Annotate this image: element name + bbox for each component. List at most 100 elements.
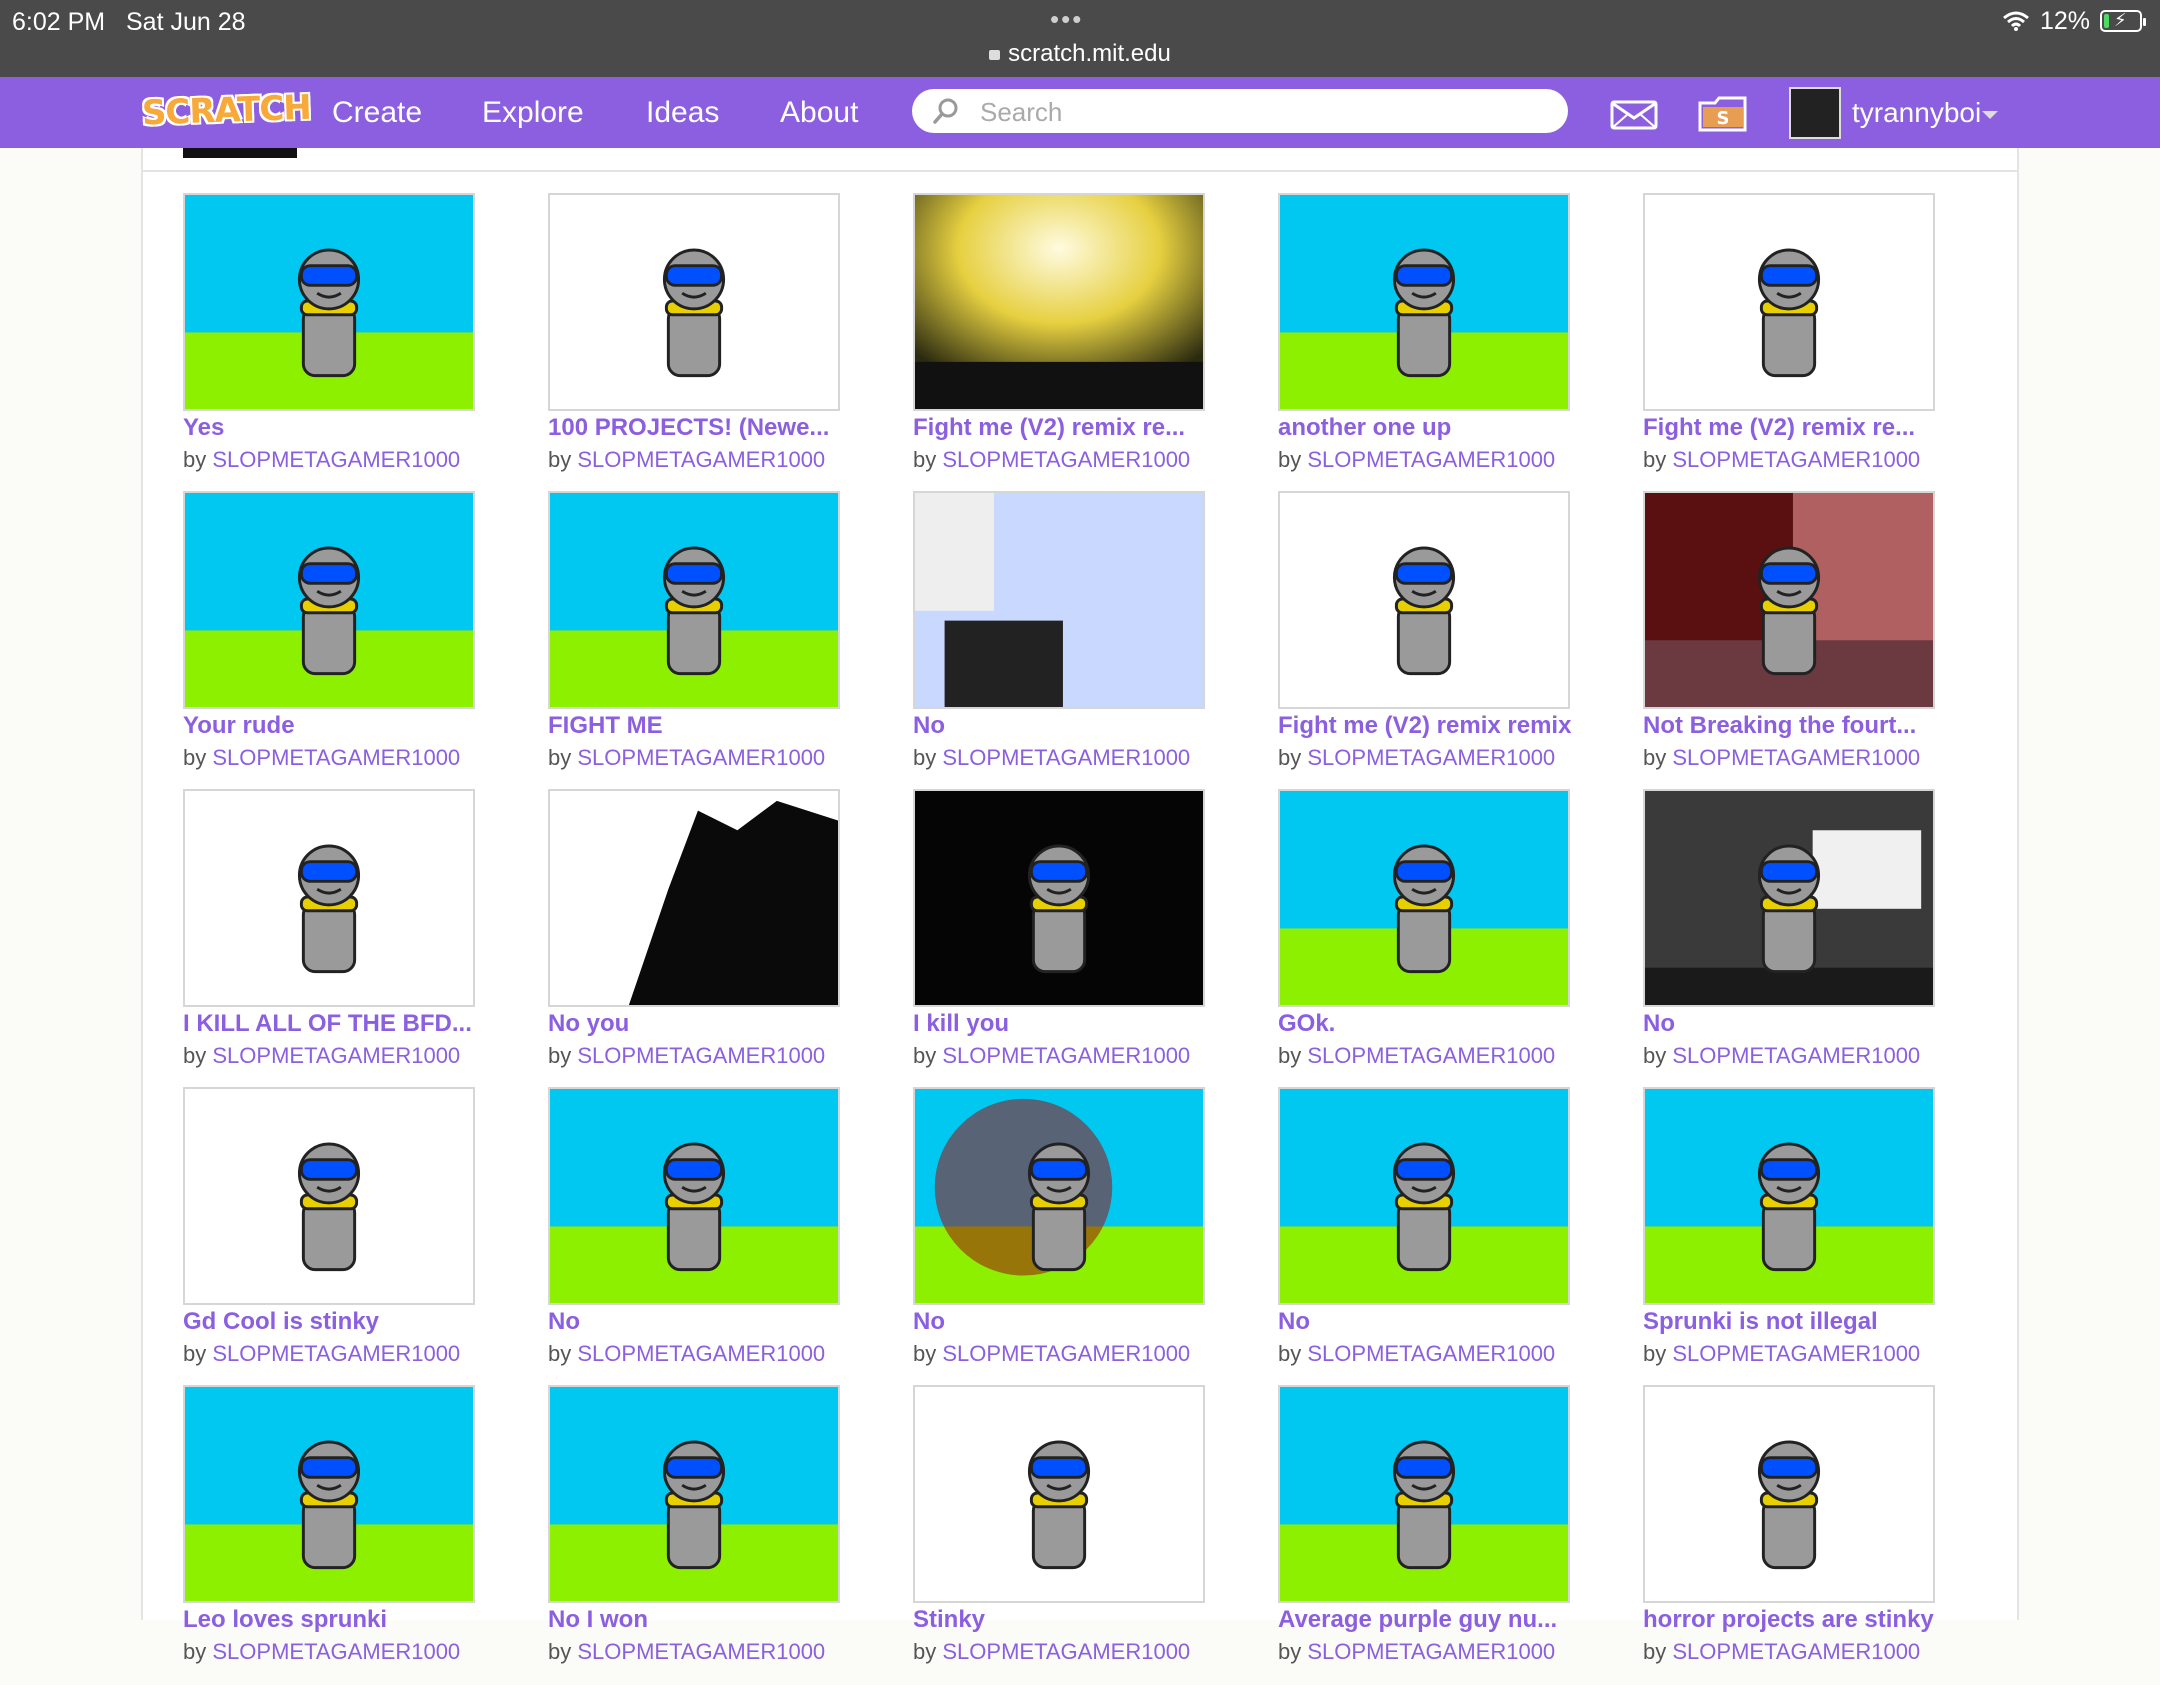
project-tile[interactable]: No by SLOPMETAGAMER1000 <box>913 491 1205 791</box>
project-author-link[interactable]: SLOPMETAGAMER1000 <box>942 1639 1190 1664</box>
project-author-link[interactable]: SLOPMETAGAMER1000 <box>1672 745 1920 770</box>
project-title[interactable]: I kill you <box>913 1010 1213 1038</box>
nav-ideas[interactable]: Ideas <box>646 96 719 130</box>
project-title[interactable]: Fight me (V2) remix re... <box>913 414 1213 442</box>
project-title[interactable]: Your rude <box>183 712 483 740</box>
scratch-logo[interactable]: SCRATCH <box>141 88 311 139</box>
project-title[interactable]: Not Breaking the fourt... <box>1643 712 1943 740</box>
project-author-link[interactable]: SLOPMETAGAMER1000 <box>577 1341 825 1366</box>
project-thumbnail[interactable] <box>1643 491 1935 709</box>
project-title[interactable]: Yes <box>183 414 483 442</box>
project-author-link[interactable]: SLOPMETAGAMER1000 <box>1672 447 1920 472</box>
project-thumbnail[interactable] <box>1278 789 1570 1007</box>
project-tile[interactable]: No by SLOPMETAGAMER1000 <box>1278 1087 1570 1387</box>
project-author-link[interactable]: SLOPMETAGAMER1000 <box>212 1639 460 1664</box>
project-thumbnail[interactable] <box>548 1087 840 1305</box>
project-thumbnail[interactable] <box>913 1385 1205 1603</box>
project-author-link[interactable]: SLOPMETAGAMER1000 <box>1307 1341 1555 1366</box>
project-thumbnail[interactable] <box>1278 1385 1570 1603</box>
project-tile[interactable]: No I won by SLOPMETAGAMER1000 <box>548 1385 840 1685</box>
my-stuff-folder-icon[interactable]: S <box>1697 95 1749 133</box>
project-tile[interactable]: Yes by SLOPMETAGAMER1000 <box>183 193 475 493</box>
project-author-link[interactable]: SLOPMETAGAMER1000 <box>942 745 1190 770</box>
project-thumbnail[interactable] <box>548 491 840 709</box>
project-thumbnail[interactable] <box>913 491 1205 709</box>
project-tile[interactable]: No by SLOPMETAGAMER1000 <box>1643 789 1935 1089</box>
project-tile[interactable]: Gd Cool is stinky by SLOPMETAGAMER1000 <box>183 1087 475 1387</box>
nav-create[interactable]: Create <box>332 96 422 130</box>
project-tile[interactable]: Leo loves sprunki by SLOPMETAGAMER1000 <box>183 1385 475 1685</box>
project-tile[interactable]: Fight me (V2) remix re... by SLOPMETAGAM… <box>1643 193 1935 493</box>
project-thumbnail[interactable] <box>548 789 840 1007</box>
project-title[interactable]: No <box>1643 1010 1943 1038</box>
project-thumbnail[interactable] <box>913 193 1205 411</box>
project-title[interactable]: No I won <box>548 1606 848 1634</box>
project-tile[interactable]: GOk. by SLOPMETAGAMER1000 <box>1278 789 1570 1089</box>
project-thumbnail[interactable] <box>1643 1385 1935 1603</box>
project-author-link[interactable]: SLOPMETAGAMER1000 <box>212 745 460 770</box>
project-tile[interactable]: Sprunki is not illegal by SLOPMETAGAMER1… <box>1643 1087 1935 1387</box>
project-author-link[interactable]: SLOPMETAGAMER1000 <box>1672 1341 1920 1366</box>
chevron-down-icon[interactable] <box>1982 111 1998 119</box>
project-title[interactable]: Gd Cool is stinky <box>183 1308 483 1336</box>
project-thumbnail[interactable] <box>913 1087 1205 1305</box>
project-thumbnail[interactable] <box>183 193 475 411</box>
project-author-link[interactable]: SLOPMETAGAMER1000 <box>1307 1043 1555 1068</box>
project-author-link[interactable]: SLOPMETAGAMER1000 <box>577 1639 825 1664</box>
project-title[interactable]: No <box>913 712 1213 740</box>
project-title[interactable]: Stinky <box>913 1606 1213 1634</box>
project-title[interactable]: Fight me (V2) remix re... <box>1643 414 1943 442</box>
address-bar[interactable]: scratch.mit.edu <box>0 40 2160 68</box>
project-thumbnail[interactable] <box>183 1385 475 1603</box>
project-title[interactable]: No you <box>548 1010 848 1038</box>
project-tile[interactable]: FIGHT ME by SLOPMETAGAMER1000 <box>548 491 840 791</box>
project-author-link[interactable]: SLOPMETAGAMER1000 <box>942 1043 1190 1068</box>
multitask-dots-icon[interactable]: ••• <box>1050 4 1083 35</box>
project-author-link[interactable]: SLOPMETAGAMER1000 <box>1307 745 1555 770</box>
project-tile[interactable]: Average purple guy nu... by SLOPMETAGAME… <box>1278 1385 1570 1685</box>
project-title[interactable]: No <box>548 1308 848 1336</box>
nav-explore[interactable]: Explore <box>482 96 584 130</box>
project-tile[interactable]: another one up by SLOPMETAGAMER1000 <box>1278 193 1570 493</box>
search-box[interactable] <box>912 89 1568 133</box>
project-author-link[interactable]: SLOPMETAGAMER1000 <box>212 447 460 472</box>
project-thumbnail[interactable] <box>548 1385 840 1603</box>
project-thumbnail[interactable] <box>1643 193 1935 411</box>
project-author-link[interactable]: SLOPMETAGAMER1000 <box>1672 1043 1920 1068</box>
project-tile[interactable]: Your rude by SLOPMETAGAMER1000 <box>183 491 475 791</box>
project-tile[interactable]: Fight me (V2) remix re... by SLOPMETAGAM… <box>913 193 1205 493</box>
project-author-link[interactable]: SLOPMETAGAMER1000 <box>942 1341 1190 1366</box>
project-title[interactable]: Leo loves sprunki <box>183 1606 483 1634</box>
project-thumbnail[interactable] <box>1643 1087 1935 1305</box>
project-author-link[interactable]: SLOPMETAGAMER1000 <box>577 447 825 472</box>
project-thumbnail[interactable] <box>183 491 475 709</box>
project-thumbnail[interactable] <box>183 1087 475 1305</box>
project-thumbnail[interactable] <box>1278 491 1570 709</box>
nav-about[interactable]: About <box>780 96 858 130</box>
project-title[interactable]: No <box>913 1308 1213 1336</box>
project-author-link[interactable]: SLOPMETAGAMER1000 <box>212 1043 460 1068</box>
project-title[interactable]: Sprunki is not illegal <box>1643 1308 1943 1336</box>
project-title[interactable]: No <box>1278 1308 1578 1336</box>
project-tile[interactable]: horror projects are stinky by SLOPMETAGA… <box>1643 1385 1935 1685</box>
project-author-link[interactable]: SLOPMETAGAMER1000 <box>1307 1639 1555 1664</box>
project-title[interactable]: 100 PROJECTS! (Newe... <box>548 414 848 442</box>
project-thumbnail[interactable] <box>548 193 840 411</box>
project-author-link[interactable]: SLOPMETAGAMER1000 <box>1307 447 1555 472</box>
project-author-link[interactable]: SLOPMETAGAMER1000 <box>577 1043 825 1068</box>
project-author-link[interactable]: SLOPMETAGAMER1000 <box>942 447 1190 472</box>
project-title[interactable]: horror projects are stinky <box>1643 1606 1943 1634</box>
project-title[interactable]: GOk. <box>1278 1010 1578 1038</box>
project-thumbnail[interactable] <box>1643 789 1935 1007</box>
project-title[interactable]: FIGHT ME <box>548 712 848 740</box>
project-tile[interactable]: I kill you by SLOPMETAGAMER1000 <box>913 789 1205 1089</box>
project-title[interactable]: I KILL ALL OF THE BFD... <box>183 1010 483 1038</box>
project-tile[interactable]: 100 PROJECTS! (Newe... by SLOPMETAGAMER1… <box>548 193 840 493</box>
project-tile[interactable]: No by SLOPMETAGAMER1000 <box>548 1087 840 1387</box>
project-tile[interactable]: Fight me (V2) remix remix by SLOPMETAGAM… <box>1278 491 1571 791</box>
project-thumbnail[interactable] <box>913 789 1205 1007</box>
project-thumbnail[interactable] <box>183 789 475 1007</box>
username-label[interactable]: tyrannyboi <box>1852 97 1981 129</box>
project-tile[interactable]: Not Breaking the fourt... by SLOPMETAGAM… <box>1643 491 1935 791</box>
messages-icon[interactable] <box>1610 100 1658 130</box>
